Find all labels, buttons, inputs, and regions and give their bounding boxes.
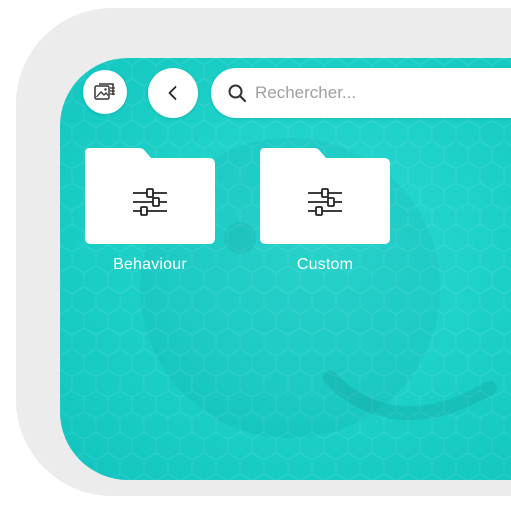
search-icon — [228, 84, 247, 103]
folder-behaviour[interactable]: Behaviour — [83, 144, 217, 274]
wallpaper-icon — [94, 83, 115, 100]
back-button[interactable] — [148, 68, 198, 118]
chevron-left-icon — [168, 86, 177, 100]
search-bar[interactable] — [211, 68, 511, 118]
launcher-screen: Behaviour Custom — [60, 58, 511, 480]
background-dot — [224, 222, 256, 254]
folder-custom[interactable]: Custom — [258, 144, 392, 274]
wallpaper-button[interactable] — [83, 70, 127, 114]
sliders-icon — [308, 188, 342, 216]
folder-label: Custom — [296, 256, 354, 273]
sliders-icon — [133, 188, 167, 216]
folder-icon — [85, 148, 215, 244]
search-input[interactable] — [253, 82, 511, 104]
folder-label: Behaviour — [113, 256, 187, 273]
folder-icon — [260, 148, 390, 244]
